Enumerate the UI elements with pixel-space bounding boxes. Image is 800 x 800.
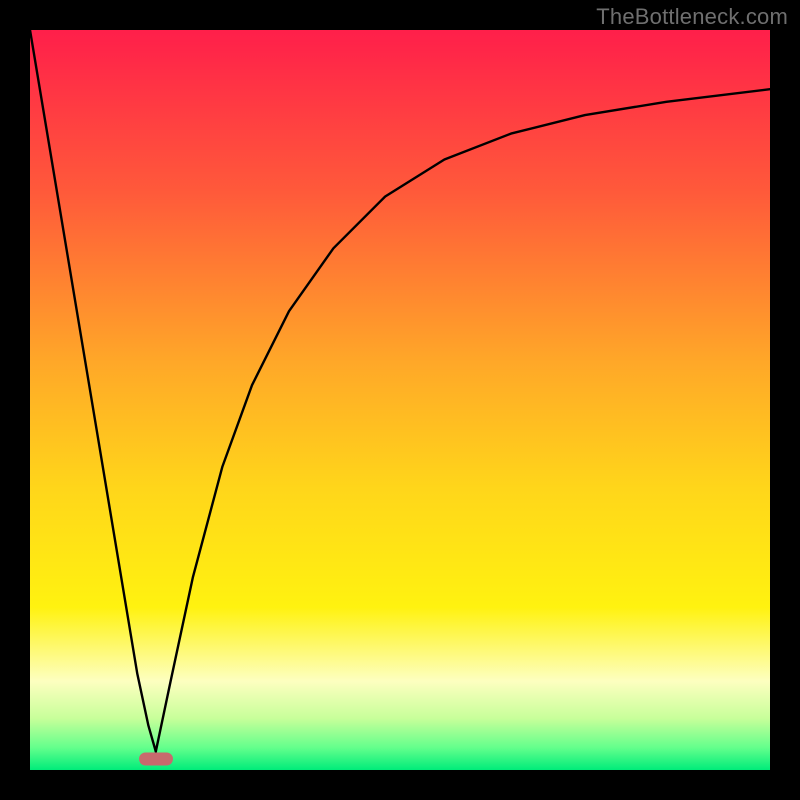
watermark-text: TheBottleneck.com xyxy=(596,4,788,30)
curve-right-branch xyxy=(156,89,770,751)
curve-layer xyxy=(30,30,770,770)
curve-left-branch xyxy=(30,30,156,752)
plot-area xyxy=(30,30,770,770)
chart-frame: TheBottleneck.com xyxy=(0,0,800,800)
minimum-marker xyxy=(139,752,173,765)
